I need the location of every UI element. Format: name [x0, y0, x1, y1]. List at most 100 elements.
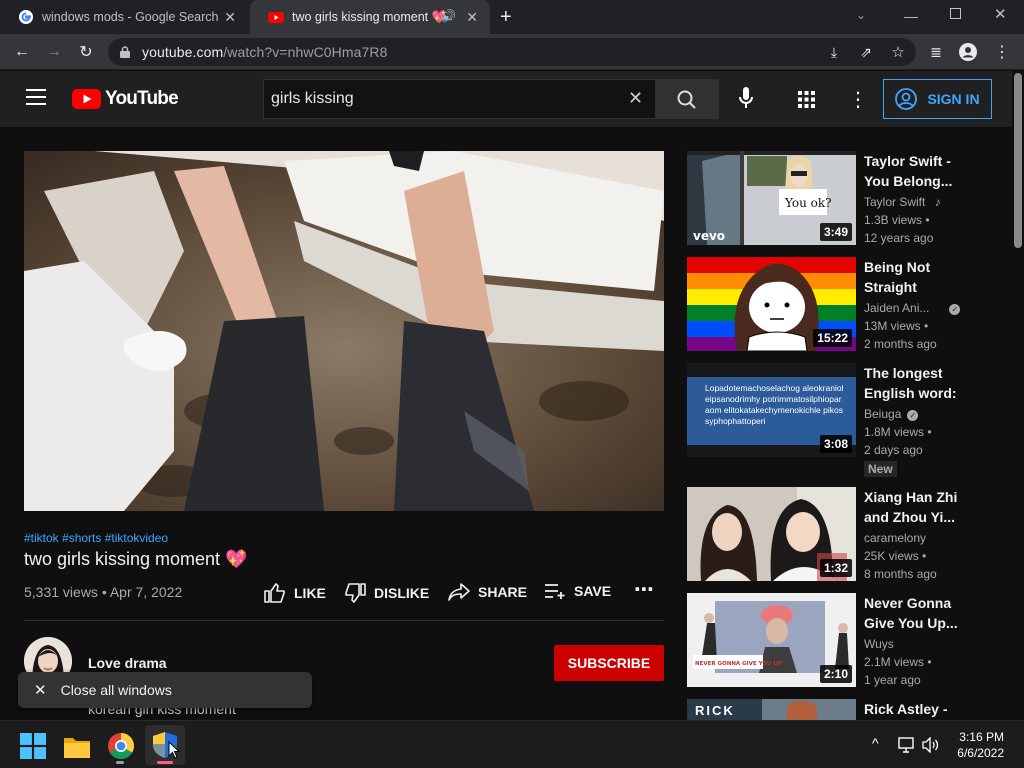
playlist-add-icon [545, 584, 565, 599]
recommendation-title: Taylor Swift - You Belong... [864, 153, 953, 189]
network-icon[interactable] [898, 737, 916, 753]
tab-title: windows mods - Google Search [42, 10, 219, 24]
video-thumbnail: 15:22 [687, 257, 856, 351]
search-input[interactable]: girls kissing ✕ [263, 79, 655, 119]
subscribe-button[interactable]: SUBSCRIBE [554, 645, 664, 681]
recommendation-item[interactable]: Lopadotemachoselachog aleokranioleipsano… [687, 363, 987, 477]
lock-icon [120, 46, 130, 58]
clock-date: 6/6/2022 [957, 746, 1004, 760]
back-arrow-icon[interactable]: ← [12, 42, 32, 62]
youtube-logo-text: YouTube [105, 88, 179, 109]
recommendation-title: The longest English word: [864, 365, 957, 401]
file-explorer-icon[interactable] [64, 734, 90, 760]
close-all-windows-label: Close all windows [60, 682, 172, 698]
recommendation-age: 8 months ago [864, 567, 937, 581]
media-queue-icon[interactable]: ≣ [926, 42, 946, 62]
microphone-icon[interactable] [738, 87, 754, 109]
recommendation-views: 25K views • [864, 549, 927, 563]
google-icon [19, 10, 33, 24]
video-thumbnail: You ok? vevo 3:49 [687, 151, 856, 245]
show-hidden-icons-chevron-icon[interactable]: ^ [872, 735, 879, 751]
video-thumbnail: RICK [687, 699, 856, 720]
close-tab-icon[interactable]: ✕ [466, 9, 478, 26]
video-meta: 5,331 views • Apr 7, 2022 [24, 584, 183, 600]
share-button[interactable]: SHARE [448, 583, 527, 601]
recommendation-item[interactable]: You ok? vevo 3:49 Taylor Swift - You Bel… [687, 151, 987, 245]
browser-toolbar: ← → ↻ youtube.com/watch?v=nhwC0Hma7R8 ⤓ … [0, 34, 1024, 70]
mouse-cursor-icon [168, 741, 180, 759]
recommendation-channel: Beiuga ✓ [864, 407, 919, 421]
address-bar[interactable]: youtube.com/watch?v=nhwC0Hma7R8 ⤓ ⇗ ☆ [108, 38, 916, 66]
new-tab-icon[interactable]: + [500, 6, 512, 29]
thumb-sign-text: You ok? [784, 196, 832, 210]
clock-time: 3:16 PM [959, 730, 1004, 744]
dislike-label: DISLIKE [374, 585, 430, 601]
channel-name[interactable]: Love drama [88, 655, 167, 671]
sign-in-label: SIGN IN [927, 91, 980, 107]
recommendation-item[interactable]: NEVER GONNA GIVE YOU UP 2:10 Never Gonna… [687, 593, 987, 687]
video-thumbnail: Lopadotemachoselachog aleokranioleipsano… [687, 363, 856, 457]
forward-arrow-icon[interactable]: → [44, 42, 64, 62]
sign-in-button[interactable]: SIGN IN [883, 79, 992, 119]
recommendation-item[interactable]: 15:22 Being Not Straight Jaiden Ani... ✓ … [687, 257, 987, 351]
like-button[interactable]: LIKE [264, 583, 326, 603]
close-window-icon[interactable]: ✕ [994, 5, 1007, 23]
dislike-button[interactable]: DISLIKE [344, 583, 429, 603]
recommendation-age: 1 year ago [864, 673, 921, 687]
save-button[interactable]: SAVE [544, 583, 611, 599]
tab-strip: windows mods - Google Search ✕ two girls… [0, 0, 1024, 34]
reload-icon[interactable]: ↻ [76, 42, 96, 62]
recommendation-title: Rick Astley - [864, 701, 948, 717]
search-button[interactable] [655, 79, 719, 119]
close-tab-icon[interactable]: ✕ [224, 9, 236, 26]
close-icon[interactable]: ✕ [34, 681, 47, 699]
thumb-rick-text: RICK [687, 699, 762, 720]
install-app-icon[interactable]: ⤓ [824, 42, 844, 62]
vevo-watermark: vevo [693, 229, 725, 243]
recommendation-views: 1.3B views • [864, 213, 930, 227]
recommendation-channel: caramelony [864, 531, 927, 545]
recommendation-views: 2.1M views • [864, 655, 932, 669]
audio-playing-icon[interactable]: 🔊 [441, 9, 456, 23]
youtube-logo[interactable]: YouTube [72, 88, 179, 110]
video-duration: 3:49 [819, 223, 852, 241]
recommendation-item[interactable]: RICK Rick Astley - [687, 699, 987, 720]
tab-google-search[interactable]: windows mods - Google Search ✕ [0, 0, 250, 34]
recommendation-channel: Jaiden Ani... ✓ [864, 301, 961, 315]
chrome-menu-icon[interactable]: ⋮ [992, 42, 1012, 62]
tab-search-chevron-icon[interactable]: ⌄ [856, 8, 866, 22]
video-duration: 1:32 [819, 559, 852, 577]
share-icon[interactable]: ⇗ [856, 42, 876, 62]
windows-start-icon[interactable] [20, 733, 46, 759]
volume-icon[interactable] [922, 737, 940, 753]
settings-menu-icon[interactable]: ⋮ [848, 87, 868, 112]
recommendation-views: 1.8M views • [864, 425, 932, 439]
thumb-lyrics-text: NEVER GONNA GIVE YOU UP [695, 661, 782, 667]
recommendation-item[interactable]: 1:32 Xiang Han Zhi and Zhou Yi... carame… [687, 487, 987, 581]
video-player[interactable] [24, 151, 664, 511]
video-frame-image [24, 151, 664, 511]
recommendation-age: 2 days ago [864, 443, 923, 457]
hamburger-menu-icon[interactable] [26, 89, 46, 105]
close-all-windows-popup[interactable]: ✕ Close all windows [18, 672, 312, 708]
tab-youtube-video[interactable]: two girls kissing moment 💖 🔊 ✕ [250, 0, 490, 34]
bookmark-star-icon[interactable]: ☆ [888, 42, 908, 62]
scrollbar-thumb[interactable] [1014, 73, 1022, 248]
masthead: YouTube girls kissing ✕ ⋮ SIGN IN [0, 71, 1012, 127]
video-duration: 2:10 [819, 665, 852, 683]
video-title: two girls kissing moment 💖 [24, 549, 248, 569]
minimize-icon[interactable]: — [904, 8, 918, 24]
recommendation-title: Being Not Straight [864, 259, 931, 295]
recommendation-age: 2 months ago [864, 337, 937, 351]
profile-icon[interactable] [958, 42, 978, 62]
apps-grid-icon[interactable] [798, 91, 815, 108]
restore-icon[interactable] [950, 8, 961, 19]
chrome-app-icon[interactable] [108, 733, 134, 759]
clear-search-icon[interactable]: ✕ [628, 88, 643, 109]
recommendation-age: 12 years ago [864, 231, 934, 245]
system-clock[interactable]: 3:16 PM 6/6/2022 [957, 729, 1004, 761]
more-actions-icon[interactable]: ⋯ [634, 577, 654, 602]
channel-label: Taylor Swift [864, 195, 926, 209]
video-hashtags[interactable]: #tiktok #shorts #tiktokvideo [24, 531, 168, 545]
windows-taskbar: ^ 3:16 PM 6/6/2022 [0, 720, 1024, 768]
